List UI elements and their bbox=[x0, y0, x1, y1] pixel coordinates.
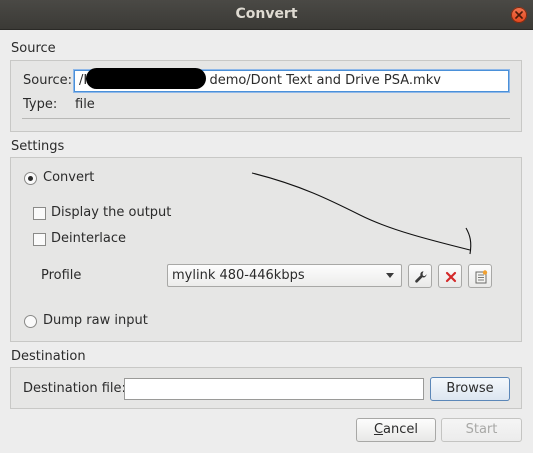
cancel-button[interactable]: Cancel bbox=[356, 418, 436, 442]
cancel-mnemonic: C bbox=[373, 422, 384, 437]
destination-file-label: Destination file: bbox=[23, 381, 126, 396]
cancel-label-rest: ancel bbox=[383, 422, 419, 437]
browse-button[interactable]: Browse bbox=[430, 377, 510, 401]
start-button[interactable]: Start bbox=[441, 418, 522, 442]
destination-file-input[interactable] bbox=[124, 378, 424, 400]
destination-section-label: Destination bbox=[11, 349, 86, 364]
